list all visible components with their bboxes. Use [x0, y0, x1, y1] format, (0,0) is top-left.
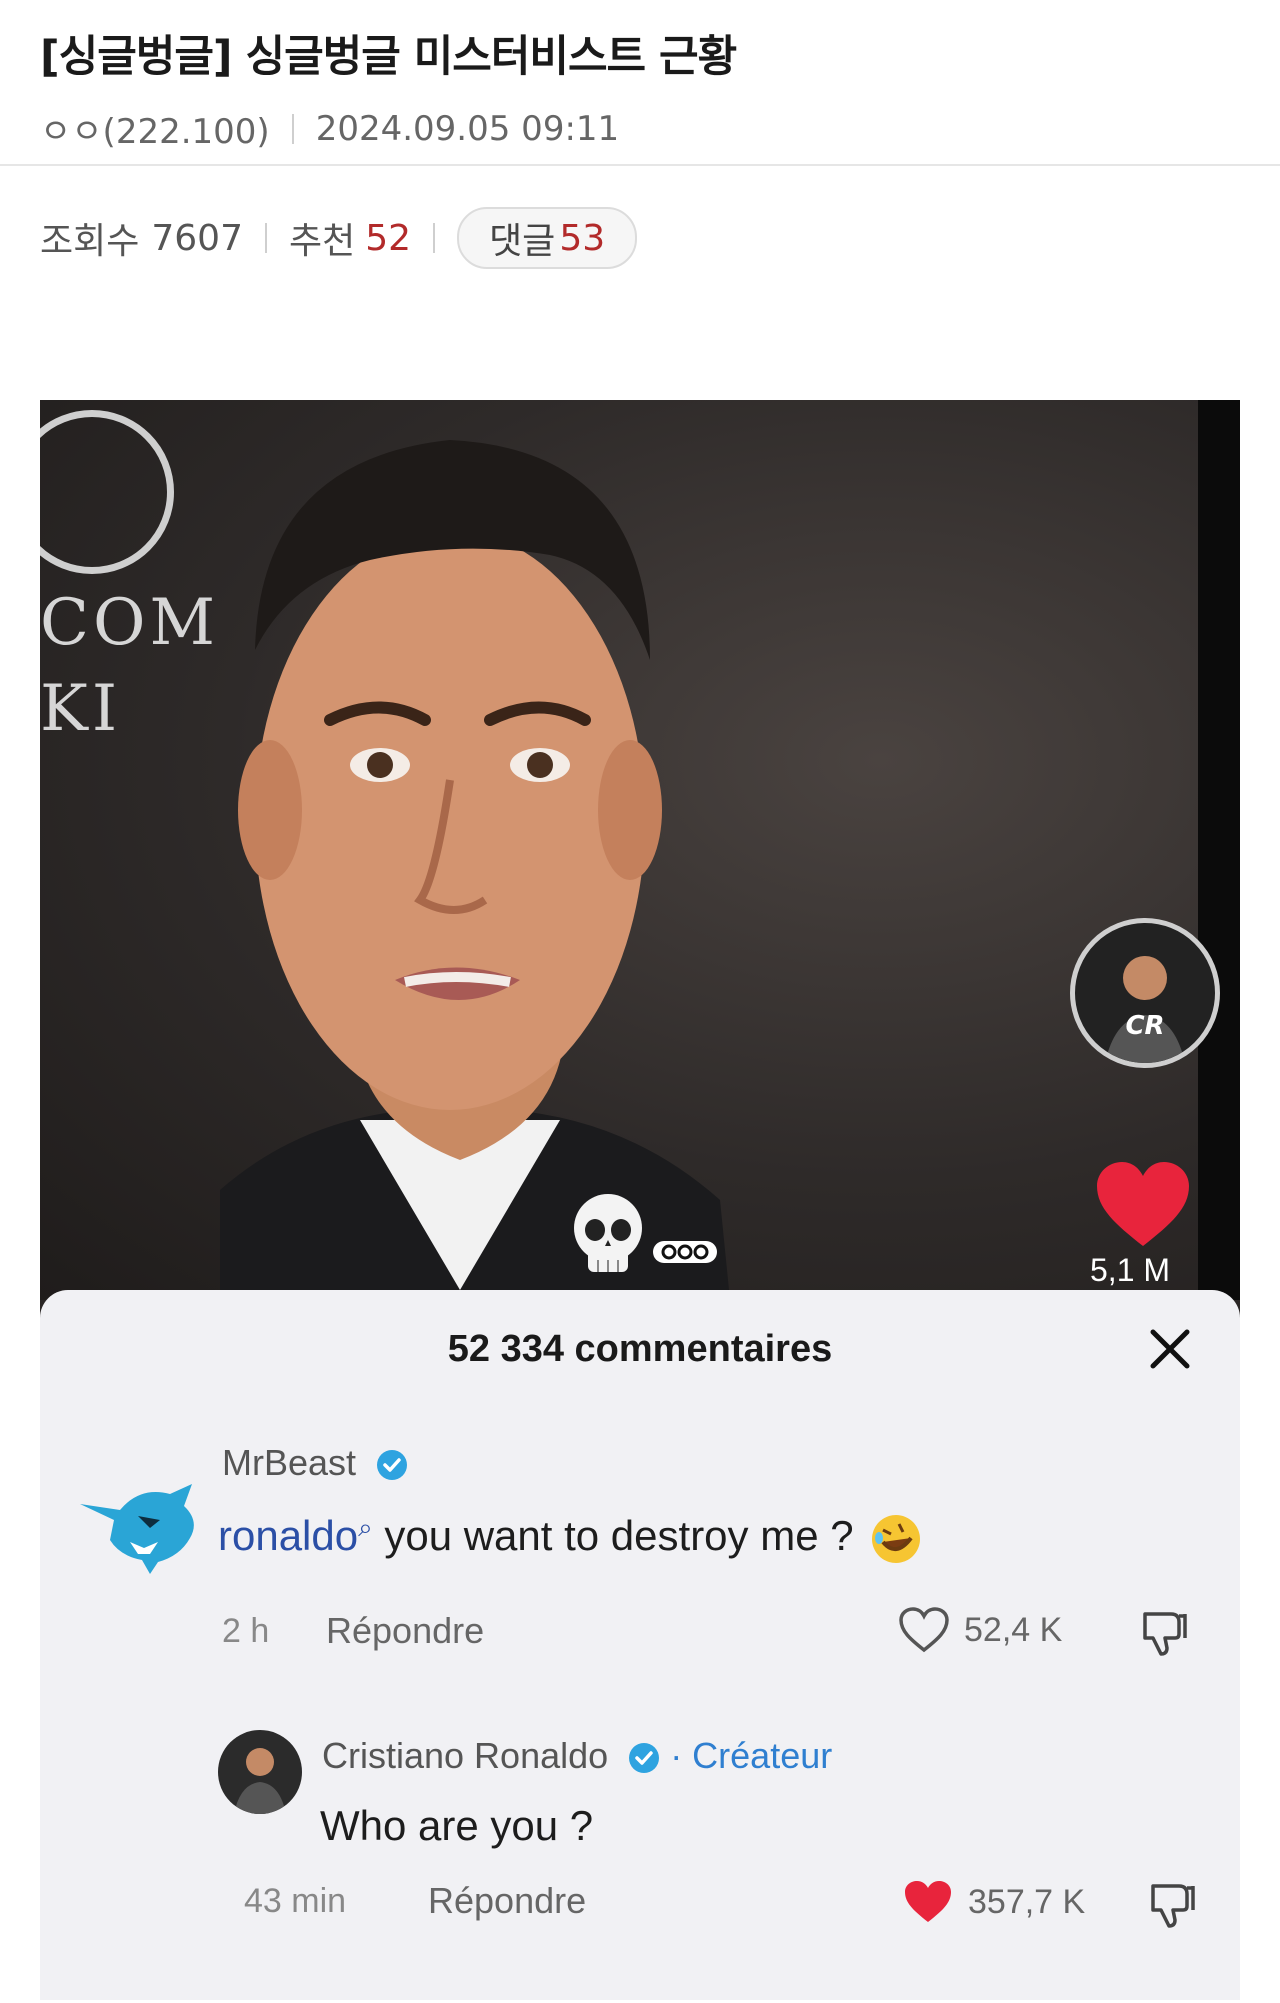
verified-badge-icon: [629, 1743, 660, 1774]
comments-label: 댓글: [489, 221, 556, 262]
ronaldo-avatar-photo: [234, 1748, 286, 1814]
reply-button[interactable]: Répondre: [326, 1610, 484, 1652]
views-label: 조회수: [40, 221, 140, 262]
post-stats: 조회수 7607 추천 52 댓글 53: [0, 166, 1280, 310]
creator-tag: · Créateur: [670, 1735, 833, 1776]
reply-author[interactable]: Cristiano Ronaldo · Créateur: [322, 1735, 832, 1777]
skull-icon: [574, 1194, 642, 1272]
heart-filled-icon: [905, 1881, 951, 1922]
post-image: COM KI CR 5,1 M 52 334 commentaires MrBe…: [40, 400, 1240, 2000]
video-frame: COM KI CR 5,1 M: [40, 400, 1240, 1400]
reply-author-name: Cristiano Ronaldo: [322, 1735, 609, 1776]
reply-like-button[interactable]: 357,7 K: [902, 1878, 1085, 1926]
like-heart-icon[interactable]: [1095, 1160, 1191, 1250]
comment-like-button[interactable]: 52,4 K: [898, 1606, 1062, 1654]
recommend-label: 추천: [289, 221, 356, 262]
rofl-emoji-icon: [872, 1515, 921, 1563]
verified-badge-icon: [377, 1450, 408, 1481]
views-count: 7607: [151, 217, 243, 259]
video-side-bar: [1198, 400, 1240, 1300]
comment-text: ronaldo⌕ you want to destroy me ?: [218, 1512, 923, 1566]
heart-outline-icon: [899, 1607, 949, 1653]
reply-text: Who are you ?: [320, 1802, 594, 1849]
reply-like-count: 357,7 K: [968, 1882, 1086, 1921]
mrbeast-avatar[interactable]: [80, 1476, 200, 1576]
comments-sheet: 52 334 commentaires MrBeast ronaldo⌕ you…: [40, 1290, 1240, 2000]
post-meta: ㅇㅇ(222.100) 2024.09.05 09:11: [40, 104, 1240, 153]
comment-author[interactable]: MrBeast: [222, 1442, 408, 1484]
reply-button[interactable]: Répondre: [428, 1880, 586, 1922]
comments-sheet-title: 52 334 commentaires: [447, 1328, 833, 1370]
recommend-count: 52: [365, 217, 412, 259]
uefa-logo: [40, 410, 174, 574]
post-datetime: 2024.09.05 09:11: [315, 108, 620, 149]
author-name[interactable]: ㅇㅇ(222.100): [40, 104, 270, 153]
creator-avatar-photo: [1105, 956, 1185, 1063]
comment-author-name: MrBeast: [222, 1442, 357, 1483]
comment-time: 2 h: [222, 1612, 270, 1650]
post-title: [싱글벙글] 싱글벙글 미스터비스트 근황: [40, 32, 737, 82]
reply-time: 43 min: [244, 1882, 347, 1920]
search-mention-icon: ⌕: [358, 1512, 373, 1542]
meta-divider: [291, 113, 294, 144]
mention-link[interactable]: ronaldo: [218, 1512, 358, 1559]
creator-avatar[interactable]: CR: [1070, 918, 1220, 1068]
comments-count: 53: [559, 217, 606, 259]
comments-button[interactable]: 댓글 53: [457, 207, 638, 269]
video-like-count: 5,1 M: [1090, 1252, 1171, 1288]
dislike-icon[interactable]: [1135, 1604, 1191, 1660]
stats-divider: [265, 223, 267, 253]
dislike-icon[interactable]: [1143, 1876, 1199, 1932]
stats-divider: [433, 223, 436, 253]
more-dots-icon[interactable]: [652, 1240, 718, 1264]
comment-like-count: 52,4 K: [964, 1610, 1063, 1649]
post-header: [싱글벙글] 싱글벙글 미스터비스트 근황 ㅇㅇ(222.100) 2024.0…: [0, 0, 1280, 166]
comment-body: you want to destroy me ?: [372, 1512, 854, 1560]
creator-avatar-text: CR: [1125, 1011, 1165, 1041]
close-icon[interactable]: [1145, 1324, 1195, 1374]
ronaldo-avatar[interactable]: [218, 1730, 302, 1814]
